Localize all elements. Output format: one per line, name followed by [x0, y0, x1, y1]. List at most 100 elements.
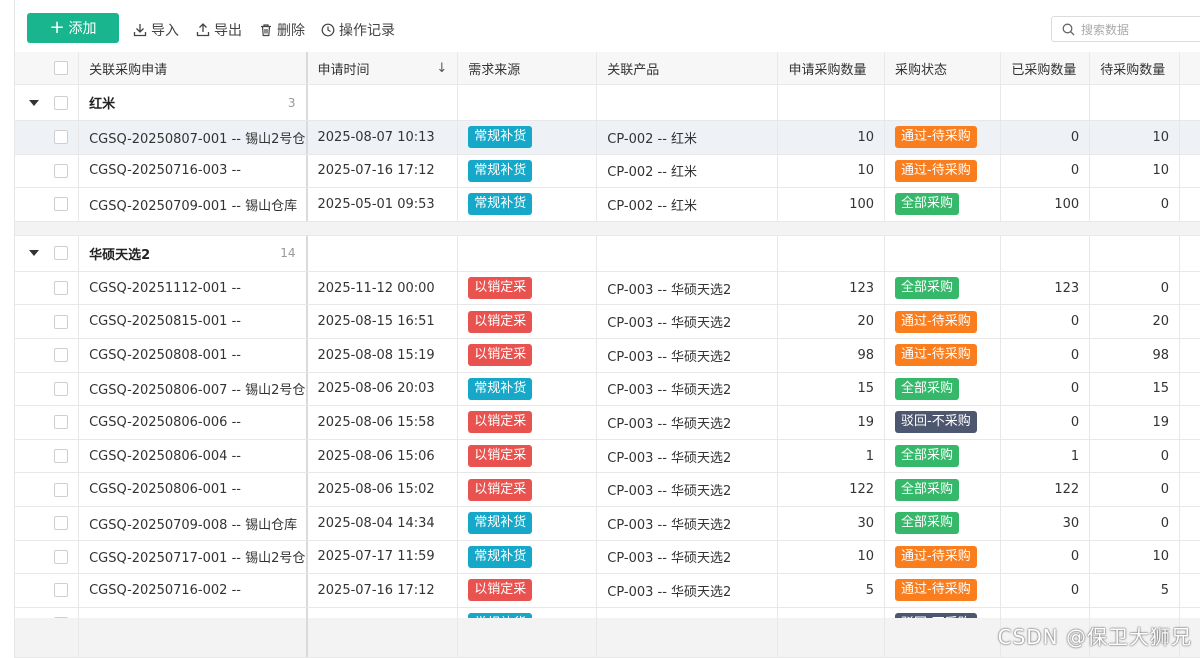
request-time: 2025-08-07 10:13 — [308, 121, 459, 154]
import-button[interactable]: 导入 — [133, 20, 179, 40]
history-button[interactable]: 操作记录 — [321, 20, 395, 40]
table-row[interactable]: CGSQ-20251112-001 -- 2025-11-12 00:00 以销定采… — [15, 271, 1200, 306]
row-select-cell — [15, 372, 80, 406]
header-product[interactable]: 关联产品 — [597, 52, 779, 84]
search-input[interactable]: 搜索数据 — [1051, 16, 1200, 42]
table-row[interactable]: CGSQ-20250716-003 -- 2025-07-16 17:12 常规补货… — [15, 154, 1200, 189]
group-empty-cell — [458, 235, 598, 271]
table-row[interactable]: CGSQ-20250717-001 -- 锡山2号仓库 2025-07-17 11… — [15, 540, 1200, 575]
request-link[interactable]: CGSQ-20250807-001 -- 锡山2号仓库 — [79, 121, 308, 154]
request-link[interactable]: CGSQ-20250716-002 -- — [79, 574, 308, 607]
product-link[interactable]: CP-003 -- 华硕天选2 — [597, 540, 779, 574]
group-checkbox[interactable] — [54, 246, 69, 261]
product-link[interactable]: CP-002 -- 红米 — [597, 154, 779, 188]
header-qty[interactable]: 申请采购数量 — [778, 52, 886, 84]
group-row[interactable]: 华硕天选2 14 — [15, 235, 1200, 272]
row-checkbox[interactable] — [54, 314, 69, 329]
row-extra-cell — [1180, 440, 1200, 473]
header-source[interactable]: 需求来源 — [458, 52, 598, 84]
row-select-cell — [15, 305, 80, 338]
product-link[interactable]: CP-003 -- 华硕天选2 — [597, 339, 779, 372]
product-link[interactable]: CP-003 -- 华硕天选2 — [597, 574, 779, 607]
product-link[interactable]: CP-003 -- 华硕天选2 — [597, 473, 779, 506]
source-tag: 以销定采 — [468, 310, 533, 333]
row-checkbox[interactable] — [54, 583, 69, 598]
source-tag: 以销定采 — [468, 277, 533, 300]
status-badge: 通过-待采购 — [895, 310, 977, 333]
data-table: 关联采购申请 申请时间 ↓ 需求来源 关联产品 申请采购数量 采购状态 已采购数… — [14, 52, 1200, 658]
row-checkbox[interactable] — [54, 482, 69, 497]
add-button[interactable]: + 添加 — [27, 13, 119, 43]
request-link[interactable]: CGSQ-20250806-004 -- — [79, 439, 308, 473]
select-all-checkbox[interactable] — [54, 61, 69, 75]
request-link[interactable]: CGSQ-20250709-008 -- 锡山仓库 — [79, 507, 308, 540]
delete-button[interactable]: 删除 — [259, 20, 305, 40]
product-link[interactable]: CP-003 -- 华硕天选2 — [597, 305, 779, 338]
row-checkbox[interactable] — [54, 381, 69, 396]
table-row[interactable]: CGSQ-20250709-008 -- 锡山仓库 2025-08-04 14:3… — [15, 507, 1200, 541]
request-link[interactable]: CGSQ-20250808-001 -- — [79, 339, 308, 372]
table-row[interactable]: CGSQ-20250806-006 -- 2025-08-06 15:58 以销定采… — [15, 406, 1200, 440]
row-checkbox[interactable] — [54, 281, 69, 296]
product-link[interactable]: CP-003 -- 华硕天选2 — [597, 439, 779, 473]
header-bought[interactable]: 已采购数量 — [1001, 52, 1091, 84]
request-time: 2025-11-12 00:00 — [308, 271, 459, 305]
table-row[interactable]: CGSQ-20250806-007 -- 锡山2号仓库 2025-08-06 20… — [15, 372, 1200, 407]
table-row[interactable]: CGSQ-20250716-002 -- 2025-07-16 17:12 以销定采… — [15, 574, 1200, 608]
clock-icon — [321, 23, 335, 37]
row-checkbox[interactable] — [54, 130, 69, 145]
source-cell: 以销定采 — [458, 271, 598, 305]
product-link[interactable]: CP-002 -- 红米 — [597, 188, 779, 221]
caret-down-icon[interactable] — [29, 99, 39, 106]
table-row[interactable]: CGSQ-20250806-001 -- 2025-08-06 15:02 以销定采… — [15, 473, 1200, 507]
request-link[interactable]: CGSQ-20250815-001 -- — [79, 305, 308, 338]
request-link[interactable]: CGSQ-20250806-007 -- 锡山2号仓库 — [79, 372, 308, 406]
header-pending[interactable]: 待采购数量 — [1090, 52, 1181, 84]
row-checkbox[interactable] — [54, 197, 69, 212]
sort-desc-icon[interactable]: ↓ — [436, 61, 447, 76]
product-link[interactable]: CP-003 -- 华硕天选2 — [597, 271, 779, 305]
source-cell: 常规补货 — [458, 507, 598, 540]
row-select-cell — [15, 154, 80, 188]
header-status[interactable]: 采购状态 — [885, 52, 1002, 84]
product-link[interactable]: CP-003 -- 华硕天选2 — [597, 507, 779, 540]
header-request[interactable]: 关联采购申请 — [79, 52, 308, 84]
request-link[interactable]: CGSQ-20250806-006 -- — [79, 406, 308, 439]
row-select-cell — [15, 439, 80, 473]
group-row[interactable]: 红米 3 — [15, 85, 1200, 121]
row-checkbox[interactable] — [54, 516, 69, 531]
row-checkbox[interactable] — [54, 415, 69, 430]
row-checkbox[interactable] — [54, 449, 69, 464]
row-checkbox[interactable] — [54, 348, 69, 363]
header-time[interactable]: 申请时间 ↓ — [308, 52, 459, 84]
source-tag: 常规补货 — [468, 377, 533, 400]
row-checkbox[interactable] — [54, 163, 69, 178]
request-link[interactable]: CGSQ-20250709-001 -- 锡山仓库 — [79, 188, 308, 221]
import-label: 导入 — [151, 23, 179, 39]
table-row[interactable]: CGSQ-20250806-004 -- 2025-08-06 15:06 以销定采… — [15, 439, 1200, 474]
bought-qty: 0 — [1001, 372, 1091, 406]
row-checkbox[interactable] — [54, 549, 69, 564]
request-link[interactable]: CGSQ-20250716-003 -- — [79, 154, 308, 188]
request-link[interactable]: CGSQ-20251112-001 -- — [79, 271, 308, 305]
request-link[interactable]: CGSQ-20250806-001 -- — [79, 473, 308, 506]
group-name: 红米 — [89, 97, 116, 112]
product-link[interactable]: CP-002 -- 红米 — [597, 121, 779, 154]
table-row[interactable]: CGSQ-20250815-001 -- 2025-08-15 16:51 以销定采… — [15, 305, 1200, 339]
status-cell: 通过-待采购 — [885, 574, 1002, 607]
table-row[interactable]: CGSQ-20250808-001 -- 2025-08-08 15:19 以销定采… — [15, 339, 1200, 373]
table-row[interactable]: CGSQ-20250709-001 -- 锡山仓库 2025-05-01 09:5… — [15, 188, 1200, 222]
product-link[interactable]: CP-003 -- 华硕天选2 — [597, 406, 779, 439]
request-qty: 98 — [778, 339, 886, 372]
request-qty: 123 — [778, 271, 886, 305]
group-checkbox[interactable] — [54, 95, 69, 110]
table-row[interactable]: CGSQ-20250807-001 -- 锡山2号仓库 2025-08-07 10… — [15, 121, 1200, 155]
product-link[interactable]: CP-003 -- 华硕天选2 — [597, 372, 779, 406]
caret-down-icon[interactable] — [29, 250, 39, 257]
source-cell: 以销定采 — [458, 439, 598, 473]
export-button[interactable]: 导出 — [196, 20, 242, 40]
group-empty-cell — [885, 235, 1002, 271]
request-link[interactable]: CGSQ-20250717-001 -- 锡山2号仓库 — [79, 540, 308, 574]
search-icon — [1062, 23, 1075, 35]
pending-qty: 0 — [1090, 439, 1181, 473]
